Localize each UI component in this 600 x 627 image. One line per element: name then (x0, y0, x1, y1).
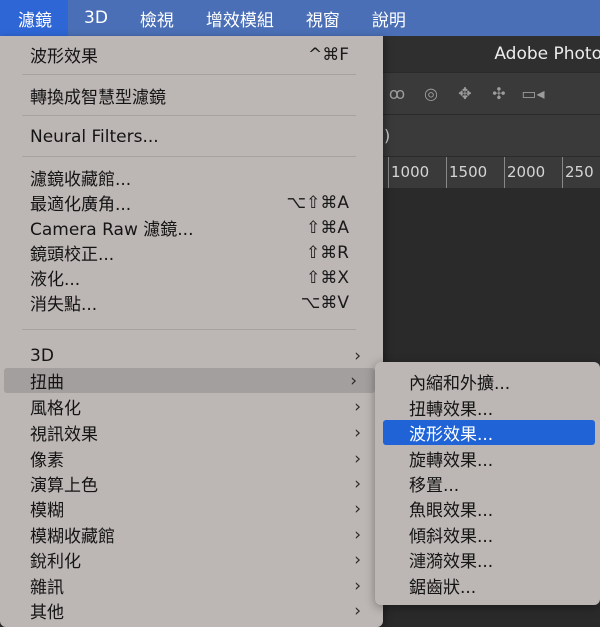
chevron-right-icon: › (354, 498, 361, 519)
menu-item-blur-gallery[interactable]: 模糊收藏館 › (0, 522, 383, 548)
shortcut: ⇧⌘A (306, 217, 349, 238)
ruler-label: 1000 (391, 163, 430, 181)
chevron-right-icon: › (354, 600, 361, 621)
menubar-help[interactable]: 說明 (356, 0, 422, 36)
chevron-right-icon: › (354, 448, 361, 469)
chevron-right-icon: › (354, 345, 361, 366)
submenu-item-displace[interactable]: 移置... (375, 471, 600, 496)
menu-item-convert-smart-filters[interactable]: 轉換成智慧型濾鏡 (0, 83, 383, 108)
shortcut: ⇧⌘X (306, 267, 349, 288)
menu-item-adaptive-wide-angle[interactable]: 最適化廣角... ⌥⇧⌘A (0, 190, 383, 216)
video-camera-icon[interactable]: ▭◂ (521, 83, 544, 105)
submenu-item-zigzag[interactable]: 鋸齒狀... (375, 573, 600, 598)
menu-separator (22, 329, 356, 330)
menu-item-vanishing-point[interactable]: 消失點... ⌥⌘V (0, 290, 383, 316)
menu-item-distort[interactable]: 扭曲 › (4, 368, 375, 393)
menu-item-render[interactable]: 演算上色 › (0, 471, 383, 497)
shortcut: ⌥⌘V (300, 292, 349, 313)
document-tab-bar: ) (380, 114, 600, 156)
menubar-window[interactable]: 視窗 (290, 0, 356, 36)
menubar-3d[interactable]: 3D (68, 0, 124, 36)
menubar-plugins[interactable]: 增效模組 (190, 0, 290, 36)
photoshop-titlebar: Adobe Photo (380, 36, 600, 72)
options-bar: ꝏ ◎ ✥ ✣ ▭◂ (380, 72, 600, 114)
ruler-label: 2000 (507, 163, 546, 181)
menu-item-video[interactable]: 視訊效果 › (0, 420, 383, 446)
chevron-right-icon: › (350, 370, 357, 391)
menu-item-lens-correction[interactable]: 鏡頭校正... ⇧⌘R (0, 240, 383, 266)
chevron-right-icon: › (354, 422, 361, 443)
menu-item-other[interactable]: 其他 › (0, 598, 383, 624)
menu-item-noise[interactable]: 雜訊 › (0, 573, 383, 599)
menu-item-filter-gallery[interactable]: 濾鏡收藏館... (0, 165, 383, 190)
chevron-right-icon: › (354, 396, 361, 417)
submenu-item-wave[interactable]: 波形效果... (383, 420, 595, 445)
chevron-right-icon: › (354, 473, 361, 494)
menu-item-stylize[interactable]: 風格化 › (0, 394, 383, 420)
shortcut: ⇧⌘R (305, 242, 349, 263)
menu-item-camera-raw[interactable]: Camera Raw 濾鏡... ⇧⌘A (0, 215, 383, 241)
chevron-right-icon: › (354, 575, 361, 596)
submenu-item-spherize[interactable]: 魚眼效果... (375, 496, 600, 521)
menu-separator (22, 74, 356, 75)
menu-separator (22, 115, 356, 116)
menubar-filter[interactable]: 濾鏡 (0, 0, 68, 36)
menubar-view[interactable]: 檢視 (124, 0, 190, 36)
menu-item-blur[interactable]: 模糊 › (0, 496, 383, 522)
submenu-item-pinch[interactable]: 內縮和外擴... (375, 369, 600, 394)
chevron-right-icon: › (354, 524, 361, 545)
shortcut: ⌥⇧⌘A (286, 192, 349, 213)
menu-item-wave-last[interactable]: 波形效果 ^⌘F (0, 42, 383, 68)
menu-bar: 濾鏡 3D 檢視 增效模組 視窗 說明 (0, 0, 600, 36)
slide-3d-icon[interactable]: ✣ (488, 83, 510, 105)
lasso-icon[interactable]: ꝏ (386, 83, 408, 105)
ruler-label: 1500 (449, 163, 488, 181)
filter-menu: 波形效果 ^⌘F 轉換成智慧型濾鏡 Neural Filters... 濾鏡收藏… (0, 36, 383, 627)
submenu-item-polar-coordinates[interactable]: 旋轉效果... (375, 446, 600, 471)
chevron-right-icon: › (354, 549, 361, 570)
shortcut: ^⌘F (307, 44, 349, 65)
menu-item-liquify[interactable]: 液化... ⇧⌘X (0, 265, 383, 291)
submenu-item-shear[interactable]: 傾斜效果... (375, 522, 600, 547)
submenu-item-twirl[interactable]: 扭轉效果... (375, 395, 600, 420)
document-tab[interactable]: ) (384, 126, 390, 145)
pan-3d-icon[interactable]: ✥ (454, 83, 476, 105)
app-title: Adobe Photo (494, 44, 600, 64)
menu-item-pixelate[interactable]: 像素 › (0, 446, 383, 472)
rotate-3d-icon[interactable]: ◎ (420, 83, 442, 105)
distort-submenu: 內縮和外擴... 扭轉效果... 波形效果... 旋轉效果... 移置... 魚… (375, 362, 600, 605)
menu-item-neural-filters[interactable]: Neural Filters... (0, 124, 383, 149)
menu-item-sharpen[interactable]: 銳利化 › (0, 547, 383, 573)
menu-separator (22, 156, 356, 157)
menu-item-3d[interactable]: 3D › (0, 343, 383, 368)
submenu-item-ripple[interactable]: 漣漪效果... (375, 547, 600, 572)
horizontal-ruler: 1000 1500 2000 250 (380, 156, 600, 189)
ruler-label: 250 (565, 163, 594, 181)
